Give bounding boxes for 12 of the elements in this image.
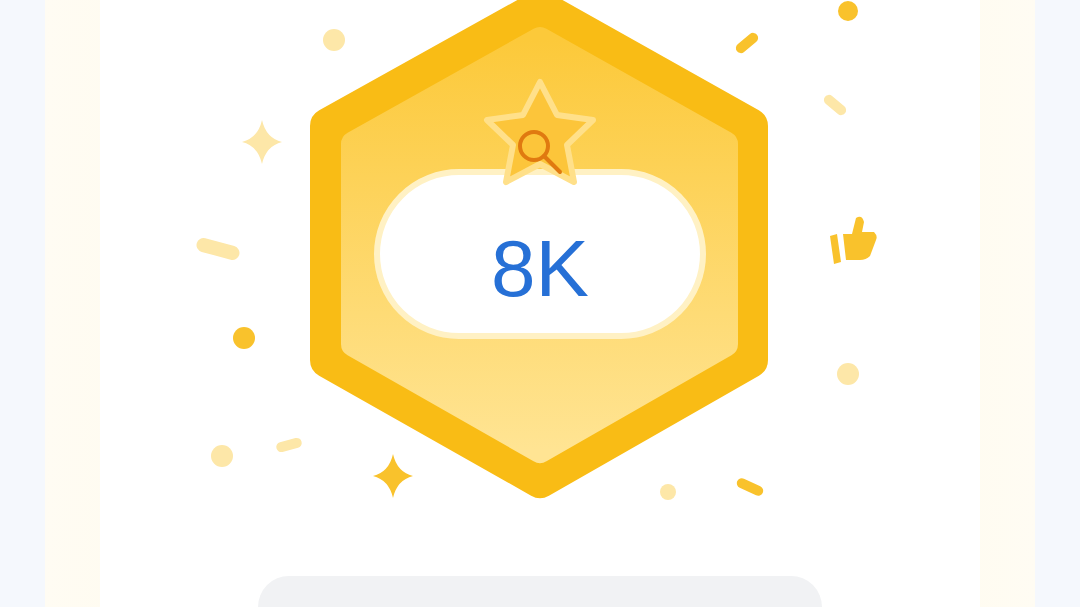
badge-value: 8K <box>491 224 589 313</box>
thumbs-up-icon <box>830 216 877 264</box>
confetti-dot <box>233 327 255 349</box>
confetti-dot <box>660 484 676 500</box>
confetti-dot <box>837 363 859 385</box>
confetti-dot <box>323 29 345 51</box>
search-icon <box>518 130 562 174</box>
star-icon <box>484 79 596 185</box>
sparkle-icon <box>242 120 282 164</box>
sparkle-icon <box>373 454 413 498</box>
confetti-dot <box>838 1 858 21</box>
confetti-dot <box>211 445 233 467</box>
